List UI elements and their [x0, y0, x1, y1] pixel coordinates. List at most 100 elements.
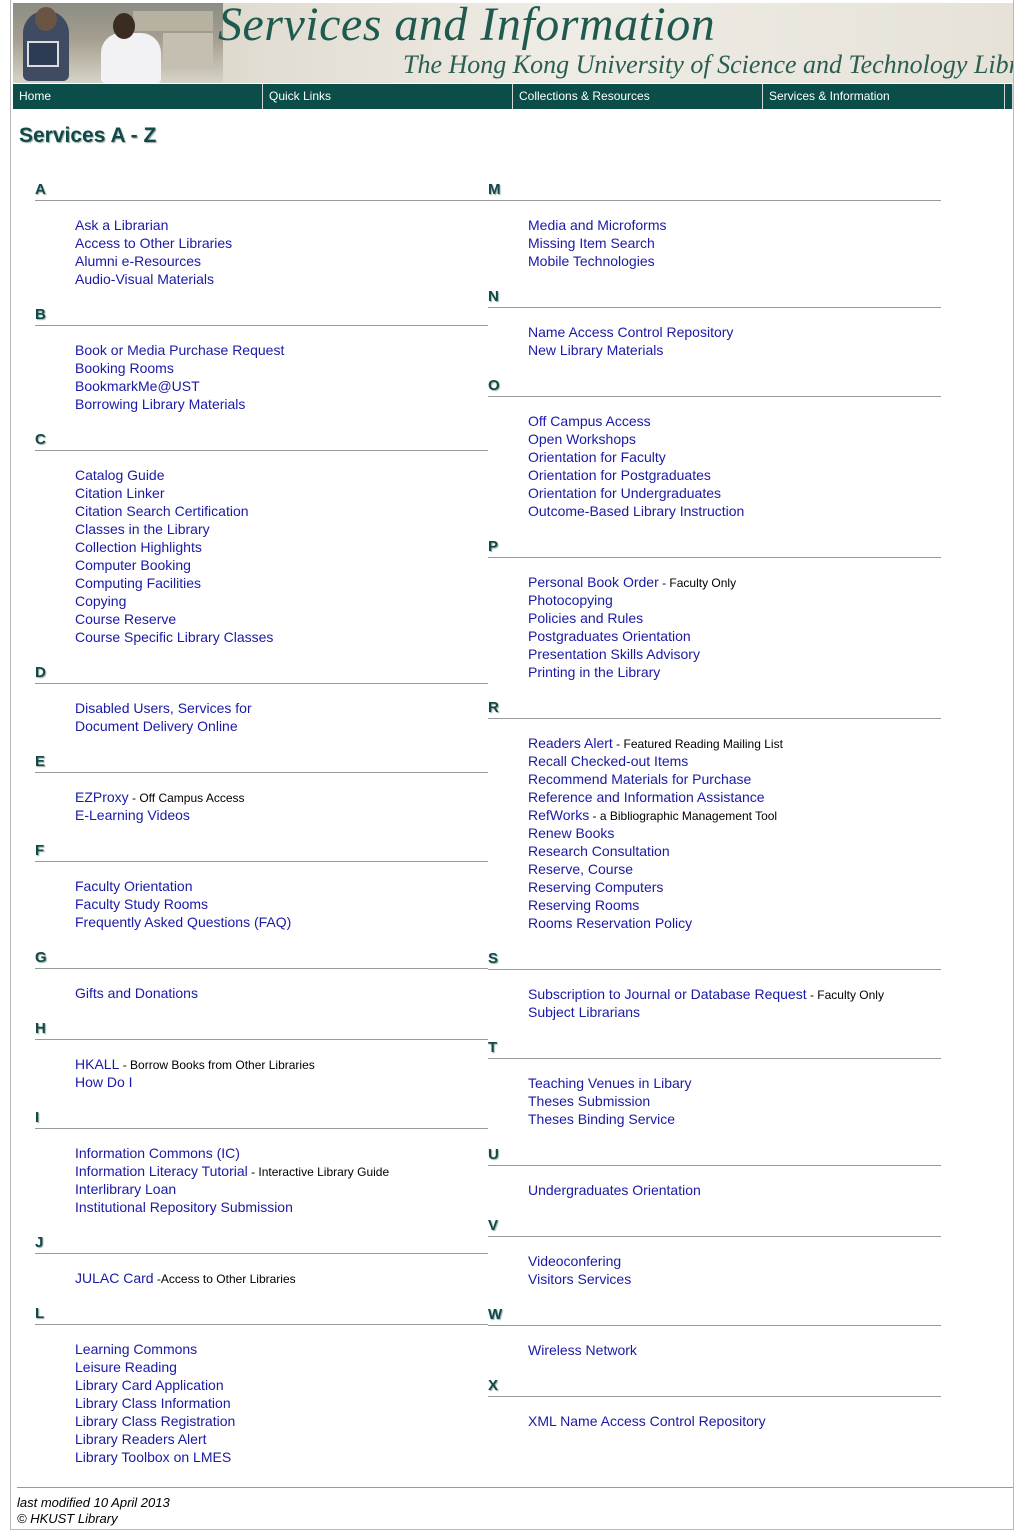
- service-link[interactable]: Outcome-Based Library Instruction: [528, 503, 744, 519]
- service-link[interactable]: Interlibrary Loan: [75, 1181, 176, 1197]
- az-section: J JULAC Card -Access to Other Libraries: [35, 1231, 488, 1302]
- list-item: Postgraduates Orientation: [528, 627, 941, 645]
- service-link[interactable]: Ask a Librarian: [75, 217, 168, 233]
- service-note: - Faculty Only: [806, 988, 884, 1002]
- service-link[interactable]: Collection Highlights: [75, 539, 202, 555]
- service-link[interactable]: XML Name Access Control Repository: [528, 1413, 766, 1429]
- service-link[interactable]: Library Readers Alert: [75, 1431, 207, 1447]
- service-link[interactable]: Citation Search Certification: [75, 503, 249, 519]
- service-link[interactable]: Course Reserve: [75, 611, 176, 627]
- az-section: B Book or Media Purchase Request Booking R…: [35, 303, 488, 428]
- service-link[interactable]: Theses Binding Service: [528, 1111, 675, 1127]
- service-link[interactable]: Recommend Materials for Purchase: [528, 771, 751, 787]
- list-item: Readers Alert - Featured Reading Mailing…: [528, 734, 941, 752]
- list-item: Research Consultation: [528, 842, 941, 860]
- service-link[interactable]: Library Class Information: [75, 1395, 231, 1411]
- service-link[interactable]: Learning Commons: [75, 1341, 197, 1357]
- service-link[interactable]: Booking Rooms: [75, 360, 174, 376]
- service-link[interactable]: Policies and Rules: [528, 610, 643, 626]
- service-link[interactable]: Course Specific Library Classes: [75, 629, 273, 645]
- service-link[interactable]: Library Toolbox on LMES: [75, 1449, 231, 1465]
- service-link[interactable]: Leisure Reading: [75, 1359, 177, 1375]
- az-section: N Name Access Control Repository New Libra…: [488, 285, 941, 374]
- service-link[interactable]: Presentation Skills Advisory: [528, 646, 700, 662]
- service-link[interactable]: Orientation for Postgraduates: [528, 467, 711, 483]
- service-link[interactable]: Book or Media Purchase Request: [75, 342, 284, 358]
- service-link[interactable]: Postgraduates Orientation: [528, 628, 691, 644]
- service-link[interactable]: Gifts and Donations: [75, 985, 198, 1001]
- service-link[interactable]: EZProxy: [75, 789, 129, 805]
- nav-quick-links[interactable]: Quick Links: [263, 84, 513, 109]
- service-link[interactable]: Name Access Control Repository: [528, 324, 733, 340]
- service-link[interactable]: New Library Materials: [528, 342, 663, 358]
- service-link[interactable]: Computer Booking: [75, 557, 191, 573]
- section-letter: G: [35, 946, 488, 969]
- list-item: E-Learning Videos: [75, 806, 488, 824]
- service-link[interactable]: Videoconfering: [528, 1253, 621, 1269]
- service-link[interactable]: Library Class Registration: [75, 1413, 235, 1429]
- service-link[interactable]: JULAC Card: [75, 1270, 154, 1286]
- service-link[interactable]: Reference and Information Assistance: [528, 789, 765, 805]
- service-link[interactable]: Photocopying: [528, 592, 613, 608]
- service-link[interactable]: Missing Item Search: [528, 235, 655, 251]
- service-link[interactable]: Computing Facilities: [75, 575, 201, 591]
- service-link[interactable]: Frequently Asked Questions (FAQ): [75, 914, 291, 930]
- service-link[interactable]: How Do I: [75, 1074, 133, 1090]
- service-link[interactable]: Reserving Computers: [528, 879, 663, 895]
- service-link[interactable]: Reserving Rooms: [528, 897, 639, 913]
- section-letter: B: [35, 303, 488, 326]
- nav-home[interactable]: Home: [13, 84, 263, 109]
- service-list: XML Name Access Control Repository: [488, 1397, 941, 1445]
- service-link[interactable]: Undergraduates Orientation: [528, 1182, 701, 1198]
- service-link[interactable]: Orientation for Faculty: [528, 449, 666, 465]
- nav-services-information[interactable]: Services & Information: [763, 84, 1013, 109]
- service-link[interactable]: E-Learning Videos: [75, 807, 190, 823]
- service-link[interactable]: BookmarkMe@UST: [75, 378, 200, 394]
- service-list: Disabled Users, Services for Document Del…: [35, 684, 488, 750]
- nav-collections-resources[interactable]: Collections & Resources: [513, 84, 763, 109]
- list-item: Catalog Guide: [75, 466, 488, 484]
- service-link[interactable]: Disabled Users, Services for: [75, 700, 252, 716]
- service-link[interactable]: Theses Submission: [528, 1093, 650, 1109]
- service-link[interactable]: Library Card Application: [75, 1377, 224, 1393]
- service-link[interactable]: Faculty Study Rooms: [75, 896, 208, 912]
- service-link[interactable]: Teaching Venues in Libary: [528, 1075, 691, 1091]
- service-link[interactable]: Open Workshops: [528, 431, 636, 447]
- service-link[interactable]: Reserve, Course: [528, 861, 633, 877]
- service-link[interactable]: Subject Librarians: [528, 1004, 640, 1020]
- service-list: Book or Media Purchase Request Booking Ro…: [35, 326, 488, 428]
- service-link[interactable]: Personal Book Order: [528, 574, 659, 590]
- service-link[interactable]: Institutional Repository Submission: [75, 1199, 293, 1215]
- service-link[interactable]: Off Campus Access: [528, 413, 651, 429]
- service-link[interactable]: Catalog Guide: [75, 467, 165, 483]
- service-link[interactable]: Orientation for Undergraduates: [528, 485, 721, 501]
- service-link[interactable]: Classes in the Library: [75, 521, 210, 537]
- service-link[interactable]: Subscription to Journal or Database Requ…: [528, 986, 807, 1002]
- service-link[interactable]: RefWorks: [528, 807, 589, 823]
- service-note: - Faculty Only: [658, 576, 737, 590]
- az-section: F Faculty Orientation Faculty Study Rooms F…: [35, 839, 488, 946]
- service-link[interactable]: Access to Other Libraries: [75, 235, 232, 251]
- service-link[interactable]: Citation Linker: [75, 485, 165, 501]
- service-link[interactable]: Information Literacy Tutorial: [75, 1163, 248, 1179]
- service-link[interactable]: Information Commons (IC): [75, 1145, 240, 1161]
- az-section: X XML Name Access Control Repository: [488, 1374, 941, 1445]
- service-link[interactable]: Research Consultation: [528, 843, 670, 859]
- service-link[interactable]: Wireless Network: [528, 1342, 637, 1358]
- service-link[interactable]: Audio-Visual Materials: [75, 271, 214, 287]
- service-list: Subscription to Journal or Database Requ…: [488, 970, 941, 1036]
- service-link[interactable]: HKALL: [75, 1056, 119, 1072]
- service-link[interactable]: Copying: [75, 593, 126, 609]
- service-link[interactable]: Rooms Reservation Policy: [528, 915, 692, 931]
- service-link[interactable]: Alumni e-Resources: [75, 253, 201, 269]
- service-link[interactable]: Mobile Technologies: [528, 253, 655, 269]
- service-link[interactable]: Renew Books: [528, 825, 614, 841]
- service-link[interactable]: Readers Alert: [528, 735, 613, 751]
- service-link[interactable]: Document Delivery Online: [75, 718, 238, 734]
- service-link[interactable]: Recall Checked-out Items: [528, 753, 688, 769]
- service-link[interactable]: Printing in the Library: [528, 664, 660, 680]
- service-link[interactable]: Faculty Orientation: [75, 878, 193, 894]
- service-link[interactable]: Media and Microforms: [528, 217, 667, 233]
- service-link[interactable]: Borrowing Library Materials: [75, 396, 245, 412]
- service-link[interactable]: Visitors Services: [528, 1271, 631, 1287]
